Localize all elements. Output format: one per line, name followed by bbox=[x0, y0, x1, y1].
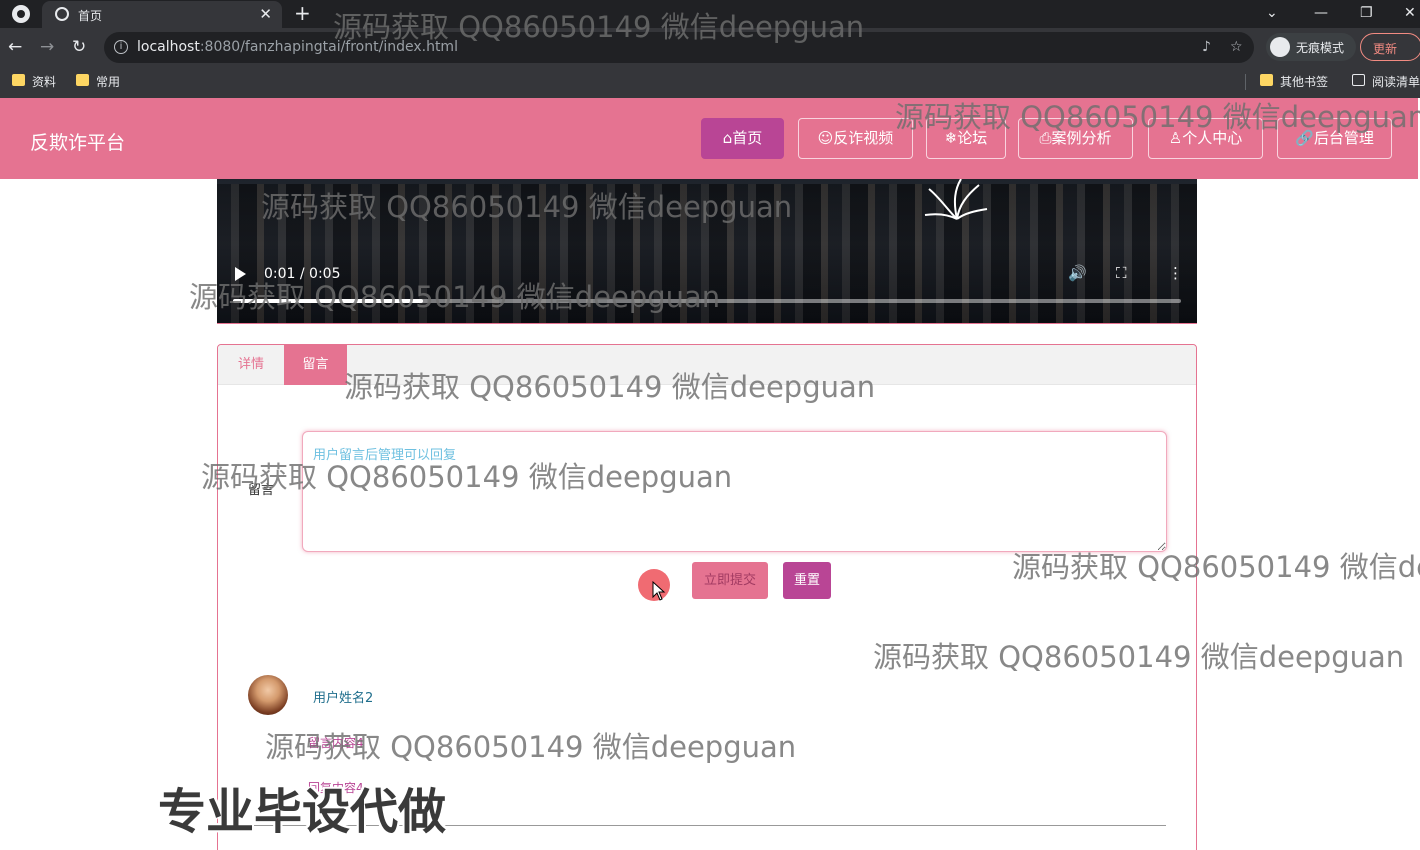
forward-icon[interactable]: → bbox=[40, 36, 54, 58]
incognito-icon bbox=[1270, 37, 1290, 57]
comment-content: 留言内容4 bbox=[308, 736, 364, 750]
tab-title: 首页 bbox=[78, 9, 103, 23]
tab-message[interactable]: 留言 bbox=[284, 345, 347, 385]
bookmark-folder[interactable]: 资料 bbox=[12, 73, 56, 90]
minimize-icon[interactable]: — bbox=[1314, 2, 1328, 24]
close-window-icon[interactable]: ✕ bbox=[1404, 2, 1416, 24]
panel-tab-bar: 详情 留言 bbox=[218, 345, 1196, 385]
reading-list[interactable]: 阅读清单 bbox=[1352, 73, 1420, 90]
site-header: 反欺诈平台 ⌂首页 ☺反诈视频 ❄论坛 ⎙案例分析 ♙个人中心 🔗后台管理 bbox=[0, 98, 1418, 179]
reload-icon[interactable]: ↻ bbox=[72, 36, 86, 58]
browser-tab-home[interactable]: 首页 ✕ bbox=[42, 1, 282, 28]
nav-forum[interactable]: ❄论坛 bbox=[926, 118, 1006, 159]
promo-watermark: 专业毕设代做 bbox=[158, 784, 447, 840]
close-tab-icon[interactable]: ✕ bbox=[259, 4, 272, 24]
volume-icon[interactable]: 🔊 bbox=[1068, 263, 1087, 283]
folder-icon bbox=[1260, 74, 1273, 86]
video-border bbox=[217, 323, 1197, 324]
tab-search-icon[interactable]: ⌄ bbox=[1266, 2, 1278, 24]
nav-fraud-videos[interactable]: ☺反诈视频 bbox=[798, 118, 913, 159]
play-icon[interactable] bbox=[235, 267, 246, 281]
nav-case-analysis[interactable]: ⎙案例分析 bbox=[1018, 118, 1133, 159]
bookmark-star-icon[interactable]: ☆ bbox=[1230, 37, 1243, 57]
site-title: 反欺诈平台 bbox=[30, 132, 126, 154]
nav-admin[interactable]: 🔗后台管理 bbox=[1277, 118, 1392, 159]
site-info-icon[interactable]: i bbox=[114, 40, 128, 54]
reading-list-icon bbox=[1352, 74, 1365, 86]
bookmarks-bar: 资料 常用 其他书签 阅读清单 bbox=[0, 66, 1420, 98]
bookmark-folder[interactable]: 常用 bbox=[76, 73, 120, 90]
back-icon[interactable]: ← bbox=[8, 36, 22, 58]
fullscreen-icon[interactable]: ⛶ bbox=[1116, 263, 1127, 283]
video-frame bbox=[217, 184, 1197, 324]
folder-icon bbox=[76, 74, 89, 86]
chrome-menu-icon[interactable] bbox=[12, 5, 30, 23]
mouse-cursor-icon bbox=[652, 581, 666, 601]
new-tab-icon[interactable]: + bbox=[294, 2, 311, 24]
bookmark-separator bbox=[1245, 74, 1246, 90]
tab-detail[interactable]: 详情 bbox=[218, 345, 284, 385]
video-progress-bar[interactable] bbox=[233, 299, 1181, 303]
avatar bbox=[248, 675, 288, 715]
nav-home[interactable]: ⌂首页 bbox=[701, 118, 784, 159]
url-text[interactable]: localhost:8080/fanzhapingtai/front/index… bbox=[137, 39, 458, 55]
more-options-icon[interactable]: ⋮ bbox=[1168, 263, 1183, 283]
address-bar[interactable]: i localhost:8080/fanzhapingtai/front/ind… bbox=[104, 32, 1254, 63]
folder-icon bbox=[12, 74, 25, 86]
screen: 首页 ✕ + ⌄ — ❐ ✕ ← → ↻ i localhost:8080/fa… bbox=[0, 0, 1420, 850]
message-textarea[interactable] bbox=[302, 431, 1167, 552]
update-button[interactable]: 更新 bbox=[1360, 33, 1420, 61]
restore-icon[interactable]: ❐ bbox=[1360, 2, 1373, 24]
browser-toolbar: ← → ↻ i localhost:8080/fanzhapingtai/fro… bbox=[0, 28, 1420, 66]
incognito-indicator[interactable]: 无痕模式 bbox=[1266, 33, 1356, 61]
comment-username: 用户姓名2 bbox=[313, 691, 374, 706]
sound-blocked-icon[interactable]: ♪ bbox=[1202, 37, 1211, 57]
bookmark-folder-other[interactable]: 其他书签 bbox=[1260, 73, 1328, 90]
message-label: 留言 bbox=[248, 483, 275, 498]
video-time: 0:01 / 0:05 bbox=[264, 266, 341, 282]
nav-personal-center[interactable]: ♙个人中心 bbox=[1148, 118, 1263, 159]
reset-button[interactable]: 重置 bbox=[783, 562, 831, 599]
video-progress-fill bbox=[233, 299, 423, 303]
incognito-label: 无痕模式 bbox=[1296, 41, 1345, 55]
globe-icon bbox=[55, 7, 69, 21]
browser-tab-strip: 首页 ✕ + ⌄ — ❐ ✕ bbox=[0, 0, 1420, 28]
lily-logo bbox=[924, 179, 988, 220]
submit-button[interactable]: 立即提交 bbox=[692, 562, 768, 599]
video-player[interactable]: 0:01 / 0:05 🔊 ⛶ ⋮ bbox=[217, 179, 1197, 324]
